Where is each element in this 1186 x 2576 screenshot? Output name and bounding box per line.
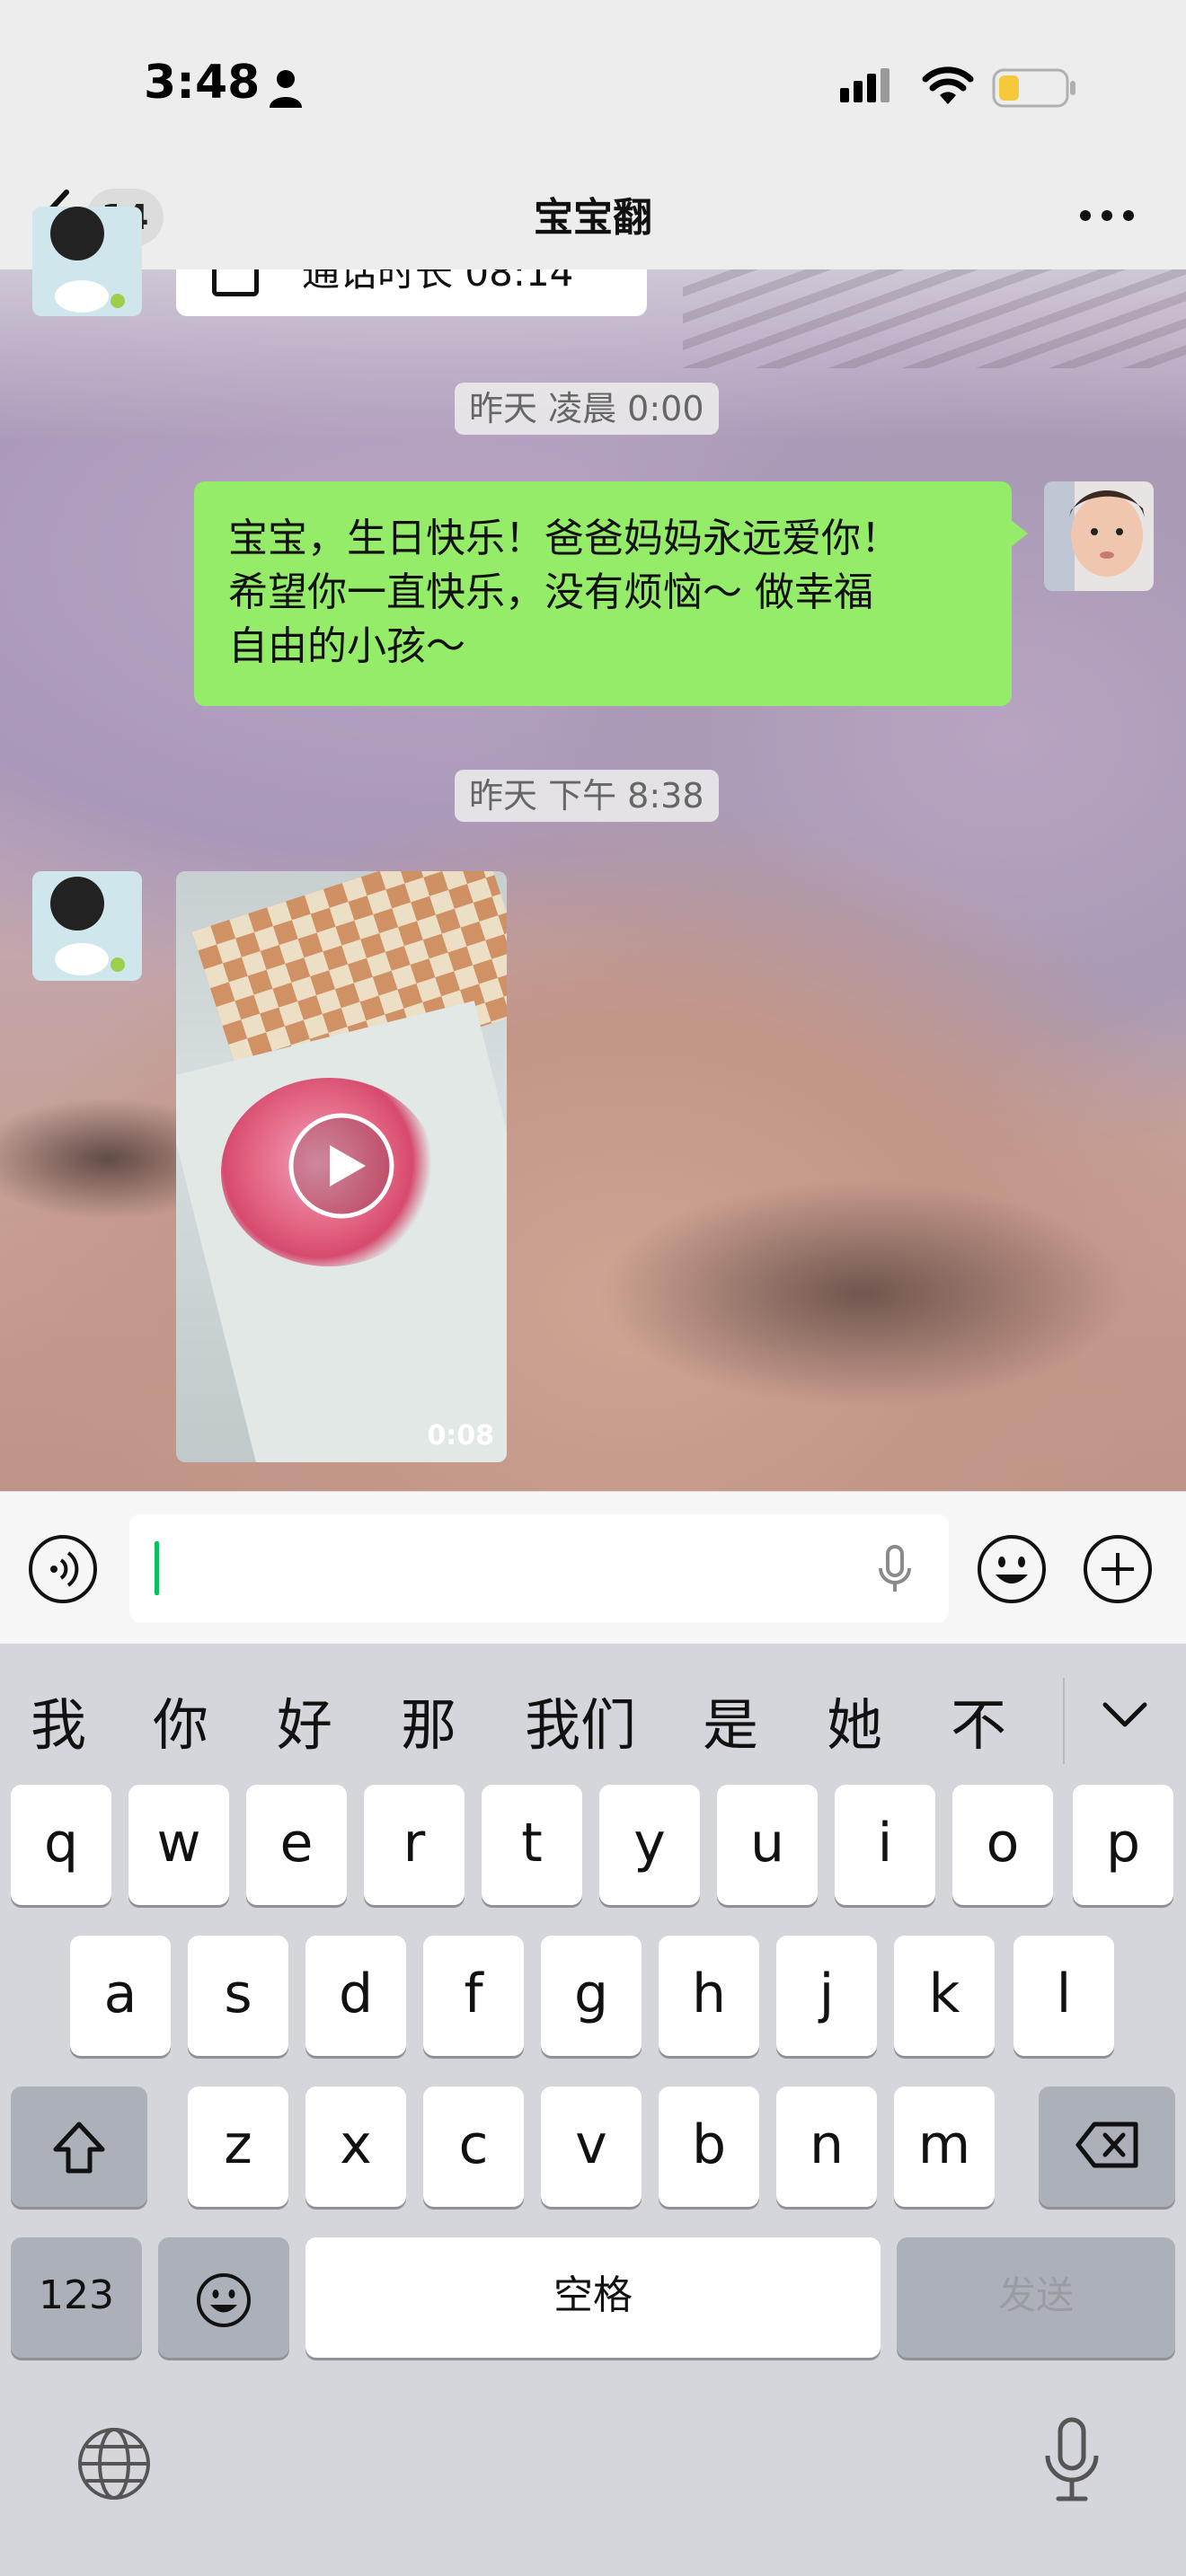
battery-icon: [992, 68, 1075, 108]
key-y[interactable]: y: [599, 1785, 700, 1905]
backspace-icon: [1075, 2122, 1138, 2168]
status-bar: 3:48: [0, 0, 1186, 171]
key-g[interactable]: g: [541, 1936, 642, 2056]
page-title: 宝宝翻: [534, 195, 652, 241]
key-s[interactable]: s: [188, 1936, 288, 2056]
key-j[interactable]: j: [776, 1936, 877, 2056]
emoji-icon[interactable]: [976, 1533, 1048, 1605]
candidate-divider: [1063, 1678, 1065, 1764]
key-w[interactable]: w: [128, 1785, 229, 1905]
emoji-key[interactable]: [158, 2237, 289, 2358]
keyboard: 我 你 好 那 我们 是 她 不 q w e r t y u i o p a s…: [0, 1644, 1186, 2576]
bubble-line: 自由的小孩～: [228, 623, 465, 669]
call-duration-text: 通话时长 08:14: [302, 269, 574, 295]
key-i[interactable]: i: [835, 1785, 935, 1905]
video-call-icon: [212, 269, 259, 296]
background-vent: [683, 260, 1186, 368]
key-e[interactable]: e: [246, 1785, 347, 1905]
chevron-down-icon[interactable]: [1102, 1699, 1148, 1730]
video-duration: 0:08: [427, 1420, 494, 1451]
key-l[interactable]: l: [1013, 1936, 1114, 2056]
candidate-word[interactable]: 好: [277, 1680, 332, 1760]
emoji-key-icon: [197, 2273, 251, 2327]
key-r[interactable]: r: [364, 1785, 465, 1905]
backspace-key[interactable]: [1039, 2086, 1175, 2207]
message-timestamp: 昨天 凌晨 0:00: [455, 383, 719, 435]
candidate-word[interactable]: 她: [827, 1680, 882, 1760]
candidate-word[interactable]: 那: [401, 1680, 456, 1760]
key-d[interactable]: d: [305, 1936, 406, 2056]
candidate-word[interactable]: 不: [951, 1680, 1006, 1760]
key-t[interactable]: t: [482, 1785, 582, 1905]
key-h[interactable]: h: [659, 1936, 759, 2056]
send-key[interactable]: 发送: [897, 2237, 1175, 2358]
key-p[interactable]: p: [1073, 1785, 1173, 1905]
nav-bar: 14 宝宝翻: [0, 171, 1186, 269]
status-time: 3:48: [144, 56, 261, 110]
input-bar: [0, 1491, 1186, 1644]
shift-key[interactable]: [11, 2086, 147, 2207]
bubble-line: 宝宝，生日快乐！爸爸妈妈永远爱你！: [228, 516, 900, 561]
my-avatar[interactable]: [1044, 481, 1154, 591]
key-v[interactable]: v: [541, 2086, 642, 2207]
shift-icon: [53, 2122, 105, 2174]
key-o[interactable]: o: [952, 1785, 1053, 1905]
key-c[interactable]: c: [423, 2086, 524, 2207]
key-a[interactable]: a: [70, 1936, 171, 2056]
bubble-line: 希望你一直快乐，没有烦恼～ 做幸福: [228, 569, 873, 615]
contact-avatar[interactable]: [32, 207, 142, 316]
candidate-word[interactable]: 我: [31, 1680, 86, 1760]
candidate-word[interactable]: 你: [153, 1680, 208, 1760]
key-x[interactable]: x: [305, 2086, 406, 2207]
video-message[interactable]: 0:08: [176, 871, 507, 1462]
dictation-icon[interactable]: [1040, 2416, 1103, 2506]
key-q[interactable]: q: [11, 1785, 111, 1905]
text-cursor: [155, 1541, 159, 1595]
cellular-icon: [840, 68, 890, 102]
microphone-icon[interactable]: [877, 1545, 913, 1595]
contact-avatar[interactable]: [32, 871, 142, 981]
voice-icon[interactable]: [27, 1533, 99, 1605]
message-timestamp: 昨天 下午 8:38: [455, 770, 719, 822]
key-b[interactable]: b: [659, 2086, 759, 2207]
key-z[interactable]: z: [188, 2086, 288, 2207]
candidate-word[interactable]: 是: [703, 1680, 758, 1760]
key-k[interactable]: k: [894, 1936, 995, 2056]
person-icon: [270, 70, 302, 108]
space-key[interactable]: 空格: [305, 2237, 881, 2358]
sent-text-bubble[interactable]: 宝宝，生日快乐！爸爸妈妈永远爱你！ 希望你一直快乐，没有烦恼～ 做幸福 自由的小…: [194, 481, 1028, 706]
wifi-icon: [922, 66, 974, 104]
candidate-bar: 我 你 好 那 我们 是 她 不: [0, 1644, 1186, 1778]
play-icon[interactable]: [287, 1111, 396, 1221]
key-f[interactable]: f: [423, 1936, 524, 2056]
call-record-bubble[interactable]: 通话时长 08:14: [176, 269, 647, 316]
more-icon[interactable]: [1078, 207, 1136, 225]
numbers-key[interactable]: 123: [11, 2237, 142, 2358]
candidate-word[interactable]: 我们: [525, 1680, 636, 1760]
key-n[interactable]: n: [776, 2086, 877, 2207]
key-u[interactable]: u: [717, 1785, 818, 1905]
key-m[interactable]: m: [894, 2086, 995, 2207]
message-input[interactable]: [129, 1514, 949, 1622]
plus-icon[interactable]: [1082, 1533, 1154, 1605]
globe-icon[interactable]: [75, 2425, 153, 2502]
